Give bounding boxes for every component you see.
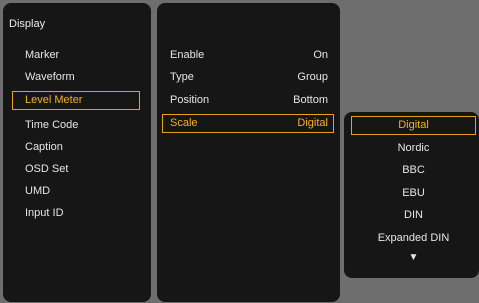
setting-value: Bottom bbox=[293, 94, 328, 106]
setting-label: Scale bbox=[170, 117, 198, 129]
setting-label: Enable bbox=[170, 49, 205, 61]
setting-row-enable[interactable]: Enable On bbox=[162, 46, 334, 65]
setting-label: Position bbox=[170, 94, 210, 106]
scale-option-expanded-din[interactable]: Expanded DIN bbox=[351, 229, 476, 248]
setting-row-type[interactable]: Type Group bbox=[162, 68, 334, 87]
setting-label: Type bbox=[170, 71, 194, 83]
display-settings-screen: Display Marker Waveform Level Meter Time… bbox=[0, 0, 479, 303]
scale-option-ebu[interactable]: EBU bbox=[351, 184, 476, 203]
scale-option-digital[interactable]: Digital bbox=[351, 116, 476, 135]
menu-item-osd-set[interactable]: OSD Set bbox=[12, 160, 140, 179]
menu-item-level-meter[interactable]: Level Meter bbox=[12, 91, 140, 110]
menu-item-umd[interactable]: UMD bbox=[12, 182, 140, 201]
display-menu-title: Display bbox=[9, 18, 46, 30]
setting-row-position[interactable]: Position Bottom bbox=[162, 91, 334, 110]
setting-row-scale[interactable]: Scale Digital bbox=[162, 114, 334, 133]
setting-value: Digital bbox=[297, 117, 328, 129]
menu-item-marker[interactable]: Marker bbox=[12, 46, 140, 65]
menu-item-input-id[interactable]: Input ID bbox=[12, 204, 140, 223]
setting-value: Group bbox=[297, 71, 328, 83]
scroll-down-arrow-icon[interactable]: ▼ bbox=[351, 250, 476, 266]
menu-item-caption[interactable]: Caption bbox=[12, 138, 140, 157]
setting-value: On bbox=[313, 49, 328, 61]
scale-option-bbc[interactable]: BBC bbox=[351, 161, 476, 180]
scale-option-nordic[interactable]: Nordic bbox=[351, 139, 476, 158]
menu-item-time-code[interactable]: Time Code bbox=[12, 116, 140, 135]
menu-item-waveform[interactable]: Waveform bbox=[12, 68, 140, 87]
scale-option-din[interactable]: DIN bbox=[351, 206, 476, 225]
